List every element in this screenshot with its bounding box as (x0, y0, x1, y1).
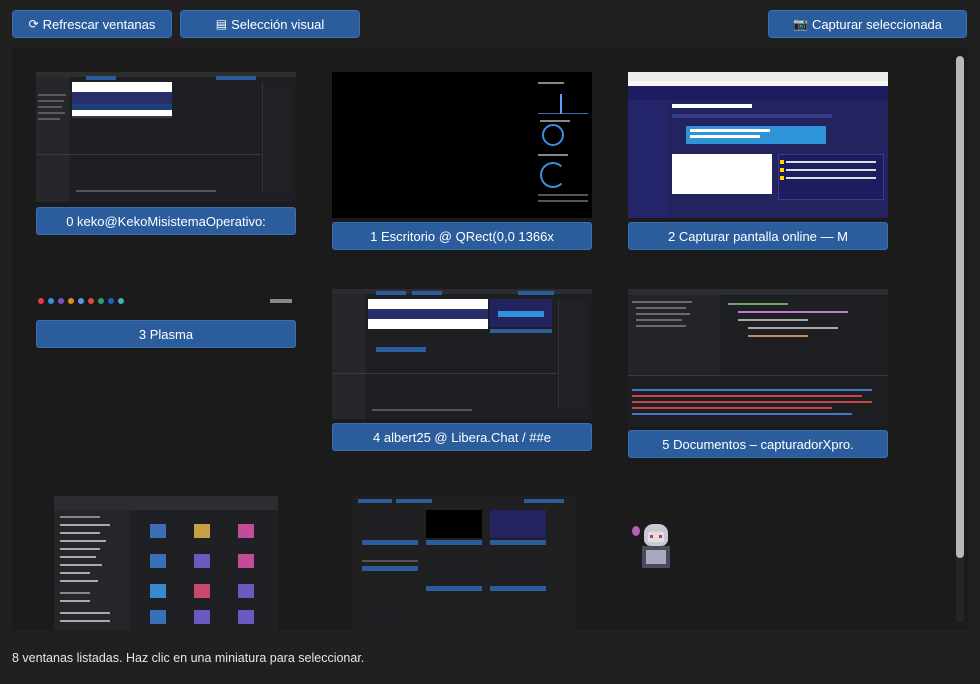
thumbnails-panel[interactable]: 0 keko@KekoMisistemaOperativo: 1 Escrito… (12, 48, 968, 630)
visual-selection-button[interactable]: ▤ Selección visual (180, 10, 360, 38)
window-caption-2[interactable]: 2 Capturar pantalla online — M (628, 222, 888, 250)
window-caption-3[interactable]: 3 Plasma (36, 320, 296, 348)
refresh-windows-button[interactable]: ⟳ Refrescar ventanas (12, 10, 172, 38)
refresh-icon: ⟳ (28, 17, 39, 31)
scrollbar-thumb[interactable] (956, 56, 964, 558)
window-caption-5[interactable]: 5 Documentos – capturadorXpro. (628, 430, 888, 458)
window-caption-4[interactable]: 4 albert25 @ Libera.Chat / ##e (332, 423, 592, 451)
window-caption-0[interactable]: 0 keko@KekoMisistemaOperativo: (36, 207, 296, 235)
vertical-scrollbar[interactable] (956, 56, 964, 622)
status-text: 8 ventanas listadas. Haz clic en una min… (12, 651, 365, 665)
capture-selected-label: Capturar seleccionada (811, 16, 943, 32)
window-thumbnail-6[interactable] (54, 496, 278, 630)
window-thumbnail-8[interactable] (628, 518, 688, 574)
window-thumbnail-0[interactable] (36, 72, 296, 202)
visual-selection-label: Selección visual (231, 16, 325, 32)
window-icon: ▤ (215, 17, 228, 31)
window-thumbnail-7[interactable] (352, 496, 576, 630)
capture-selected-button[interactable]: 📷 Capturar seleccionada (768, 10, 967, 38)
refresh-label: Refrescar ventanas (42, 16, 156, 32)
window-caption-1[interactable]: 1 Escritorio @ QRect(0,0 1366x (332, 222, 592, 250)
camera-icon: 📷 (792, 17, 808, 31)
window-thumbnail-1[interactable] (332, 72, 592, 218)
window-thumbnail-4[interactable] (332, 289, 592, 419)
window-thumbnail-3[interactable] (36, 297, 296, 305)
window-thumbnail-2[interactable] (628, 72, 888, 218)
window-thumbnail-5[interactable] (628, 289, 888, 426)
